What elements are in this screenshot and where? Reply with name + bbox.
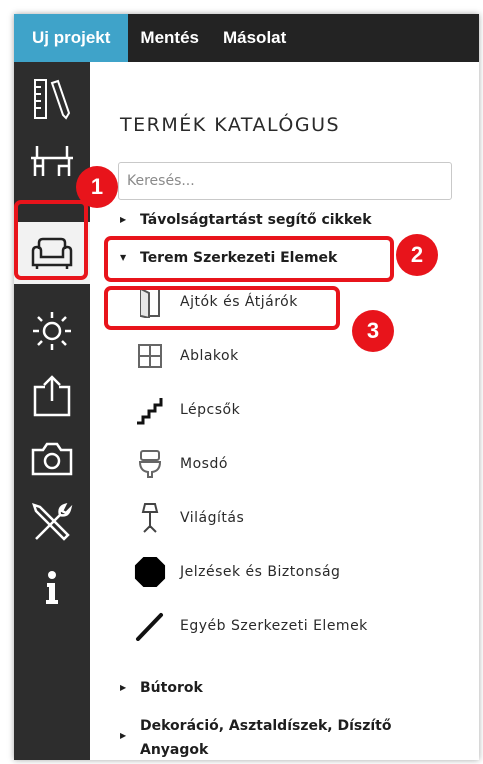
app-window: Uj projekt Mentés Másolat TERMÉK KATALÓG… xyxy=(14,14,479,760)
camera-icon xyxy=(31,442,73,476)
item-stairs[interactable]: Lépcsők xyxy=(134,390,240,430)
tools-icon xyxy=(32,503,73,541)
product-catalog-panel: TERMÉK KATALÓGUS ▶ Távolságtartást segít… xyxy=(90,62,479,760)
category-distancing[interactable]: ▶ Távolságtartást segítő cikkek xyxy=(120,208,372,232)
item-lighting[interactable]: Világítás xyxy=(134,498,244,538)
item-other-structural[interactable]: Egyéb Szerkezeti Elemek xyxy=(134,606,368,646)
tab-save[interactable]: Mentés xyxy=(128,14,211,62)
catalog-title: TERMÉK KATALÓGUS xyxy=(120,114,341,136)
item-label: Ablakok xyxy=(180,348,239,364)
octagon-sign-icon xyxy=(134,556,166,588)
window-icon xyxy=(134,340,166,372)
info-icon xyxy=(46,571,58,604)
lamp-icon xyxy=(134,502,166,534)
category-furniture[interactable]: ▶ Bútorok xyxy=(120,676,203,700)
item-restroom[interactable]: Mosdó xyxy=(134,444,228,484)
item-label: Lépcsők xyxy=(180,402,241,418)
sun-icon xyxy=(33,312,71,350)
item-label: Világítás xyxy=(180,510,245,526)
sidebar-item-tools[interactable] xyxy=(14,492,90,554)
sidebar-item-info[interactable] xyxy=(14,557,90,619)
callout-badge-1: 1 xyxy=(76,166,118,208)
item-label: Jelzések és Biztonság xyxy=(180,564,341,580)
category-decoration[interactable]: ▶ Dekoráció, Asztaldíszek, Díszítő Anyag… xyxy=(120,714,400,760)
callout-badge-2: 2 xyxy=(396,234,438,276)
category-label: Távolságtartást segítő cikkek xyxy=(140,212,372,228)
toilet-icon xyxy=(134,448,166,480)
sidebar-item-lighting[interactable] xyxy=(14,300,90,362)
item-label: Egyéb Szerkezeti Elemek xyxy=(180,618,368,634)
item-windows[interactable]: Ablakok xyxy=(134,336,239,376)
item-label: Mosdó xyxy=(180,456,228,472)
sidebar xyxy=(14,62,90,760)
item-signage-safety[interactable]: Jelzések és Biztonság xyxy=(134,552,340,592)
ruler-pencil-icon xyxy=(34,79,71,120)
top-menu-bar: Uj projekt Mentés Másolat xyxy=(14,14,479,62)
search-input[interactable] xyxy=(118,162,452,200)
tab-copy[interactable]: Másolat xyxy=(211,14,298,62)
sidebar-item-camera[interactable] xyxy=(14,428,90,490)
highlight-doors-item xyxy=(104,286,340,330)
furniture-set-icon xyxy=(31,146,73,176)
export-icon xyxy=(33,375,71,417)
highlight-products-button xyxy=(14,200,88,280)
tab-new-project[interactable]: Uj projekt xyxy=(14,14,129,62)
highlight-structural-category xyxy=(104,236,394,282)
caret-right-icon: ▶ xyxy=(120,215,127,224)
stairs-icon xyxy=(134,394,166,426)
sidebar-item-export[interactable] xyxy=(14,365,90,427)
caret-right-icon: ▶ xyxy=(120,731,127,740)
sidebar-item-measure[interactable] xyxy=(14,68,90,130)
caret-right-icon: ▶ xyxy=(120,683,127,692)
brush-stroke-icon xyxy=(134,610,166,642)
category-label: Dekoráció, Asztaldíszek, Díszítő Anyagok xyxy=(140,718,392,758)
category-label: Bútorok xyxy=(140,680,203,696)
callout-badge-3: 3 xyxy=(352,310,394,352)
